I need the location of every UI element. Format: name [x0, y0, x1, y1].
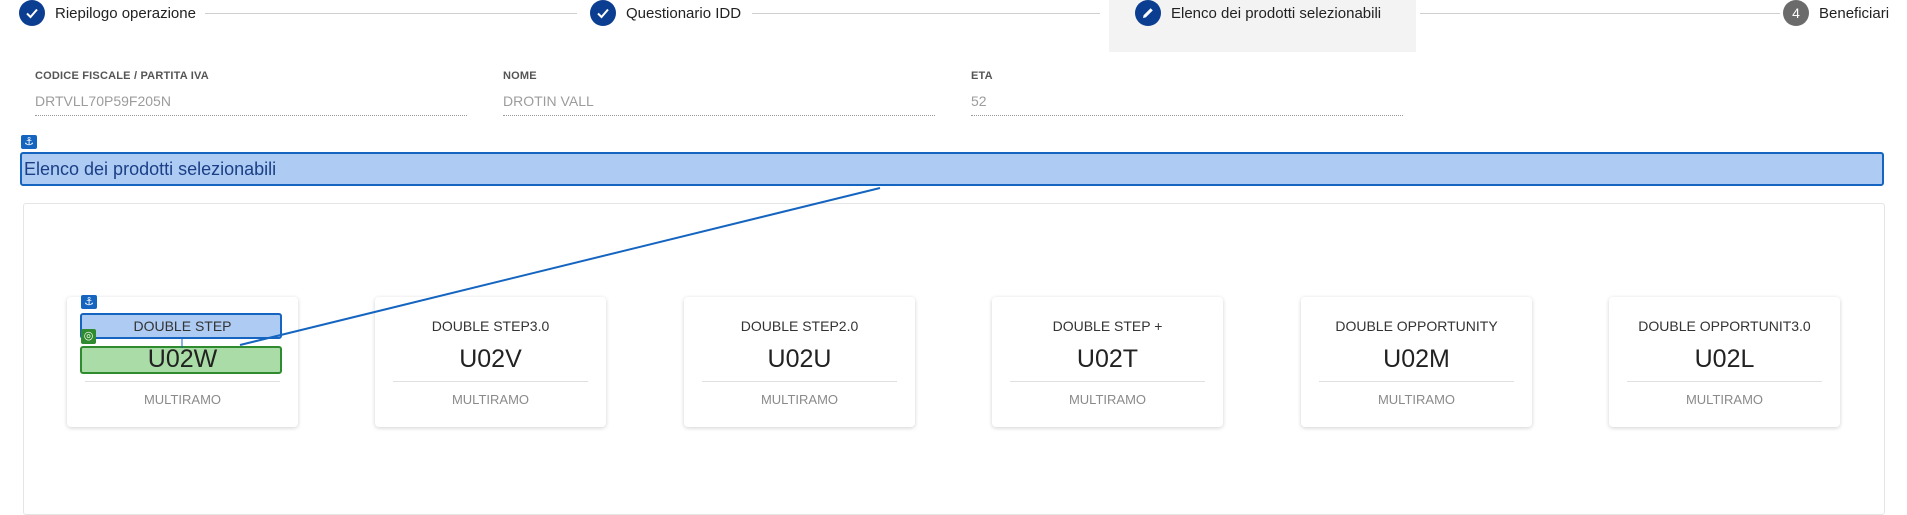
products-panel	[23, 203, 1885, 515]
step-riepilogo[interactable]: Riepilogo operazione	[19, 0, 196, 26]
check-icon	[19, 0, 45, 26]
step-label: Riepilogo operazione	[55, 4, 196, 22]
step-connector	[1420, 13, 1780, 14]
target-icon: ◎	[81, 329, 96, 344]
codice-fiscale-value[interactable]: DRTVLL70P59F205N	[35, 93, 467, 116]
product-code: U02W	[147, 345, 218, 373]
product-code: U02L	[1694, 345, 1755, 373]
product-card-u02u[interactable]: DOUBLE STEP2.0 U02U MULTIRAMO	[684, 297, 915, 427]
eta-field: ETA 52	[971, 70, 1403, 116]
product-type: MULTIRAMO	[451, 392, 530, 407]
product-name: DOUBLE STEP +	[1052, 318, 1163, 334]
product-card-u02t[interactable]: DOUBLE STEP + U02T MULTIRAMO	[992, 297, 1223, 427]
product-code: U02V	[459, 345, 522, 373]
product-name: DOUBLE STEP	[133, 318, 232, 334]
product-name: DOUBLE STEP3.0	[431, 318, 550, 334]
product-type: MULTIRAMO	[760, 392, 839, 407]
field-label: NOME	[503, 70, 537, 82]
pencil-icon	[1135, 0, 1161, 26]
card-divider	[1319, 381, 1514, 382]
product-card-u02v[interactable]: DOUBLE STEP3.0 U02V MULTIRAMO	[375, 297, 606, 427]
product-code: U02T	[1076, 345, 1139, 373]
anchor-icon: ⚓	[81, 295, 97, 309]
anchor-icon: ⚓	[21, 135, 37, 149]
section-title-text: Elenco dei prodotti selezionabili	[24, 158, 277, 179]
card-divider	[1010, 381, 1205, 382]
step-label: Questionario IDD	[626, 4, 742, 22]
nome-value[interactable]: DROTIN VALL	[503, 93, 935, 116]
product-code: U02M	[1383, 345, 1450, 373]
product-type: MULTIRAMO	[1377, 392, 1456, 407]
card-divider	[1627, 381, 1822, 382]
product-type: MULTIRAMO	[1685, 392, 1764, 407]
step-beneficiari[interactable]: 4 Beneficiari	[1783, 0, 1889, 26]
step-number: 4	[1783, 0, 1809, 26]
step-elenco-prodotti[interactable]: Elenco dei prodotti selezionabili	[1135, 0, 1381, 26]
card-divider	[85, 381, 280, 382]
product-name: DOUBLE STEP2.0	[740, 318, 859, 334]
step-label: Beneficiari	[1819, 4, 1890, 22]
step-label: Elenco dei prodotti selezionabili	[1171, 4, 1382, 22]
card-divider	[702, 381, 897, 382]
codice-fiscale-field: CODICE FISCALE / PARTITA IVA DRTVLL70P59…	[35, 70, 467, 116]
product-name: DOUBLE OPPORTUNITY	[1335, 318, 1498, 334]
product-card-u02w[interactable]: DOUBLE STEP U02W MULTIRAMO	[67, 297, 298, 427]
nome-field: NOME DROTIN VALL	[503, 70, 935, 116]
product-code: U02U	[767, 345, 832, 373]
product-type: MULTIRAMO	[143, 392, 222, 407]
product-type: MULTIRAMO	[1068, 392, 1147, 407]
product-card-u02m[interactable]: DOUBLE OPPORTUNITY U02M MULTIRAMO	[1301, 297, 1532, 427]
product-name: DOUBLE OPPORTUNIT3.0	[1638, 318, 1811, 334]
field-label: CODICE FISCALE / PARTITA IVA	[35, 70, 209, 82]
step-connector	[752, 13, 1100, 14]
field-label: ETA	[971, 70, 993, 82]
product-card-u02l[interactable]: DOUBLE OPPORTUNIT3.0 U02L MULTIRAMO	[1609, 297, 1840, 427]
check-icon	[590, 0, 616, 26]
section-title: Elenco dei prodotti selezionabili	[20, 152, 1884, 186]
step-connector	[205, 13, 577, 14]
eta-value[interactable]: 52	[971, 93, 1403, 116]
stepper: Riepilogo operazione Questionario IDD El…	[0, 0, 1907, 52]
card-divider	[393, 381, 588, 382]
step-questionario[interactable]: Questionario IDD	[590, 0, 741, 26]
